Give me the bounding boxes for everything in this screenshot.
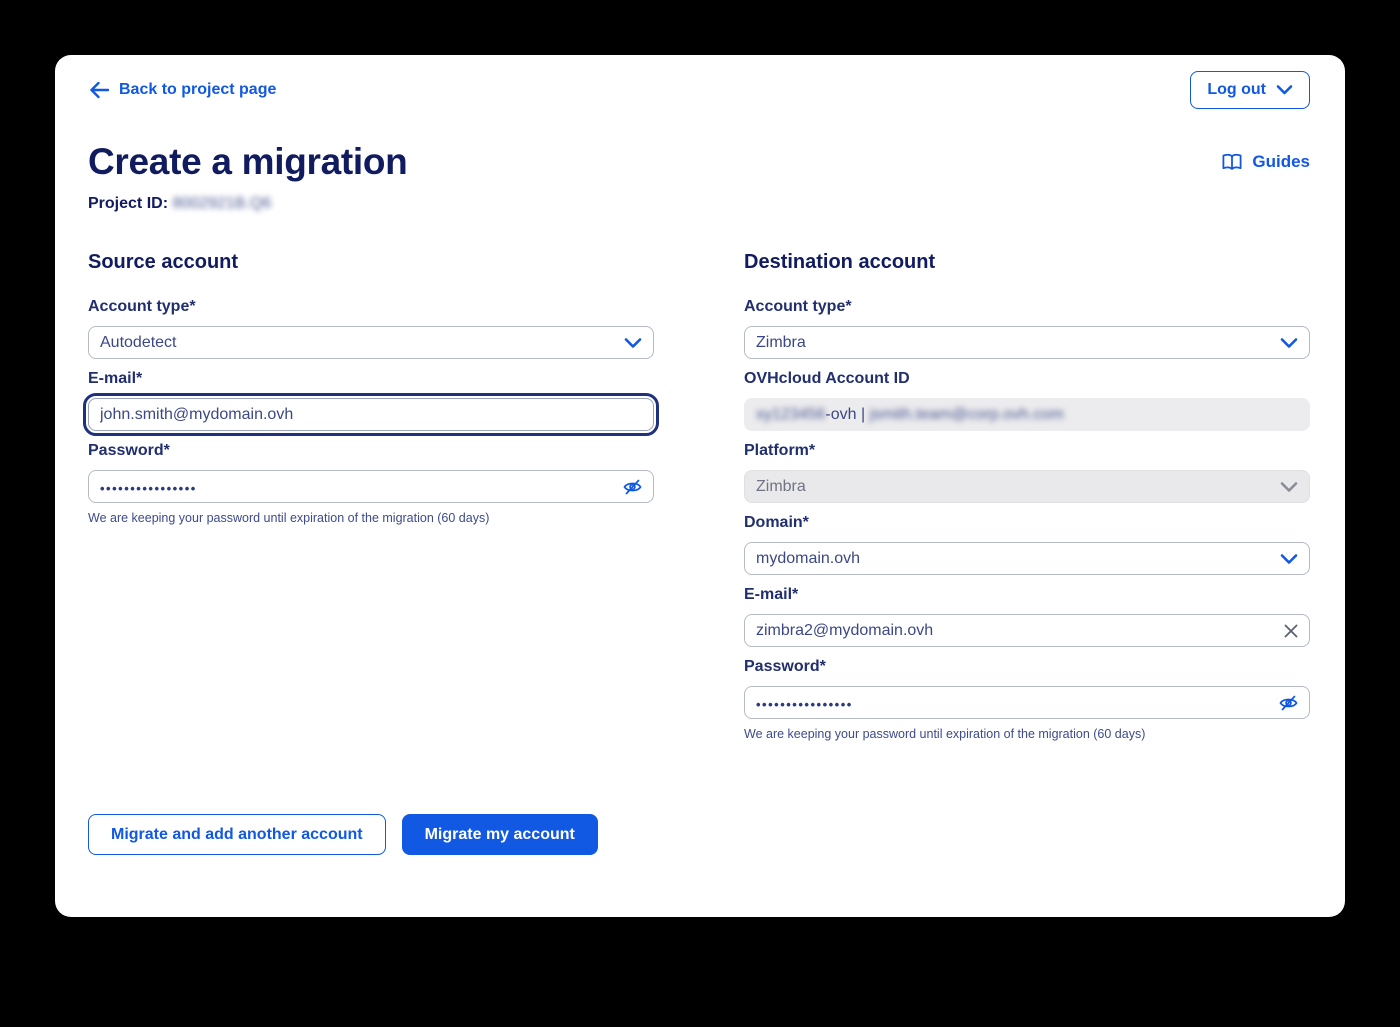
destination-password-hint: We are keeping your password until expir…: [744, 727, 1310, 741]
destination-platform-field: Platform* Zimbra: [744, 442, 1310, 503]
destination-account-type-select[interactable]: Zimbra: [744, 326, 1310, 359]
destination-password-field: Password* We are keeping your password u…: [744, 658, 1310, 741]
source-password-label: Password*: [88, 442, 654, 460]
destination-domain-label: Domain*: [744, 514, 1310, 532]
migrate-my-account-button[interactable]: Migrate my account: [402, 814, 598, 855]
form-columns: Source account Account type* Autodetect …: [88, 251, 1310, 741]
chevron-down-icon: [1280, 481, 1298, 493]
destination-domain-select[interactable]: mydomain.ovh: [744, 542, 1310, 575]
destination-account-section: Destination account Account type* Zimbra…: [744, 251, 1310, 741]
chevron-down-icon: [624, 337, 642, 349]
destination-account-id-value: xy123456-ovh | jsmith.team@corp.ovh.com: [744, 398, 1310, 431]
project-id-label: Project ID:: [88, 195, 168, 212]
page-title: Create a migration: [88, 141, 407, 183]
account-id-redacted-email: jsmith.team@corp.ovh.com: [870, 406, 1064, 424]
destination-account-type-field: Account type* Zimbra: [744, 298, 1310, 359]
chevron-down-icon: [1280, 553, 1298, 565]
destination-account-id-field: OVHcloud Account ID xy123456-ovh | jsmit…: [744, 370, 1310, 431]
destination-platform-select-disabled: Zimbra: [744, 470, 1310, 503]
project-id-row: Project ID: 8002921B.Q6: [88, 195, 1310, 213]
destination-password-label: Password*: [744, 658, 1310, 676]
account-id-redacted-prefix: xy123456: [756, 406, 825, 424]
account-id-visible-part: -ovh |: [825, 406, 869, 424]
destination-email-input[interactable]: [744, 614, 1310, 647]
migrate-and-add-button[interactable]: Migrate and add another account: [88, 814, 386, 855]
source-password-hint: We are keeping your password until expir…: [88, 511, 654, 525]
source-account-type-label: Account type*: [88, 298, 654, 316]
logout-label: Log out: [1207, 81, 1266, 99]
destination-account-id-label: OVHcloud Account ID: [744, 370, 1310, 388]
back-to-project-link[interactable]: Back to project page: [88, 81, 276, 99]
arrow-left-icon: [88, 81, 110, 99]
destination-platform-value: Zimbra: [756, 478, 806, 496]
source-email-label: E-mail*: [88, 370, 654, 388]
clear-x-icon[interactable]: [1284, 624, 1298, 638]
source-email-field: E-mail*: [88, 370, 654, 431]
logout-button[interactable]: Log out: [1190, 71, 1310, 109]
source-password-field: Password* We are keeping your password u…: [88, 442, 654, 525]
destination-heading: Destination account: [744, 251, 1310, 274]
eye-off-icon[interactable]: [623, 478, 642, 495]
destination-domain-field: Domain* mydomain.ovh: [744, 514, 1310, 575]
source-password-input[interactable]: [88, 470, 654, 503]
source-account-type-select[interactable]: Autodetect: [88, 326, 654, 359]
destination-email-label: E-mail*: [744, 586, 1310, 604]
destination-password-input[interactable]: [744, 686, 1310, 719]
chevron-down-icon: [1276, 84, 1293, 96]
destination-account-type-value: Zimbra: [756, 334, 806, 352]
destination-domain-value: mydomain.ovh: [756, 550, 860, 568]
title-row: Create a migration Guides: [88, 141, 1310, 183]
source-account-section: Source account Account type* Autodetect …: [88, 251, 654, 741]
project-id-value-redacted: 8002921B.Q6: [172, 195, 271, 212]
guides-link[interactable]: Guides: [1221, 152, 1310, 172]
eye-off-icon[interactable]: [1279, 694, 1298, 711]
book-open-icon: [1221, 153, 1243, 171]
actions-row: Migrate and add another account Migrate …: [88, 814, 1310, 855]
destination-account-type-label: Account type*: [744, 298, 1310, 316]
back-link-label: Back to project page: [119, 81, 276, 99]
source-account-type-value: Autodetect: [100, 334, 177, 352]
source-account-type-field: Account type* Autodetect: [88, 298, 654, 359]
migration-card: Back to project page Log out Create a mi…: [55, 55, 1345, 917]
source-email-input[interactable]: [88, 398, 654, 431]
guides-label: Guides: [1252, 152, 1310, 172]
header-row: Back to project page Log out: [88, 68, 1310, 111]
destination-platform-label: Platform*: [744, 442, 1310, 460]
destination-email-field: E-mail*: [744, 586, 1310, 647]
source-heading: Source account: [88, 251, 654, 274]
chevron-down-icon: [1280, 337, 1298, 349]
